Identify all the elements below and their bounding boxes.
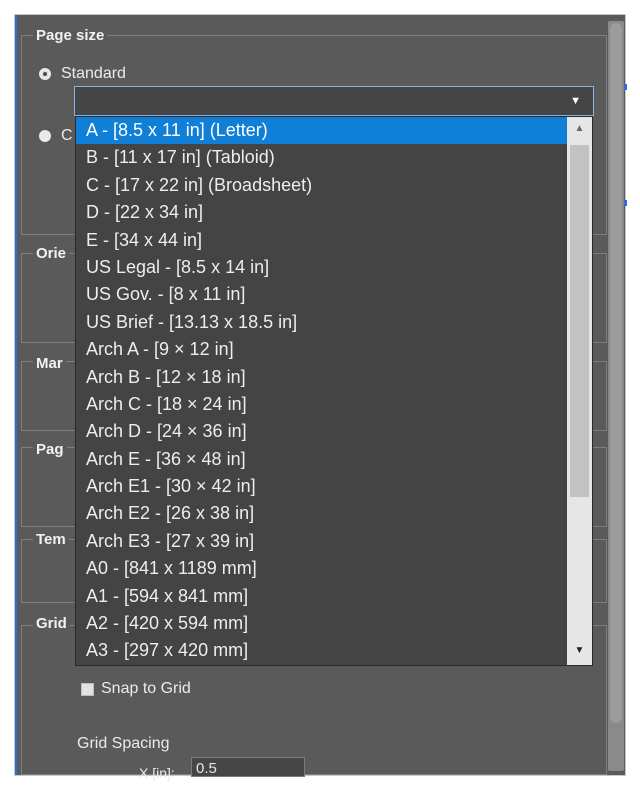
dropdown-option[interactable]: A0 - [841 x 1189 mm] [76, 555, 567, 582]
orientation-legend: Orie [33, 245, 70, 262]
dropdown-option[interactable]: Arch E1 - [30 × 42 in] [76, 473, 567, 500]
page-size-select[interactable]: ▼ [74, 86, 594, 116]
custom-radio[interactable] [39, 130, 51, 142]
page-size-dropdown[interactable]: A - [8.5 x 11 in] (Letter) B - [11 x 17 i… [75, 116, 593, 666]
margins-legend: Mar [33, 355, 66, 372]
dropdown-option[interactable]: A - [8.5 x 11 in] (Letter) [76, 117, 567, 145]
dropdown-option[interactable]: US Legal - [8.5 x 14 in] [76, 254, 567, 281]
dropdown-option[interactable]: A2 - [420 x 594 mm] [76, 610, 567, 637]
scroll-down-icon[interactable]: ▼ [567, 645, 592, 656]
dropdown-option[interactable]: C - [17 x 22 in] (Broadsheet) [76, 172, 567, 199]
dropdown-list: A - [8.5 x 11 in] (Letter) B - [11 x 17 i… [76, 117, 567, 665]
grid-x-value: 0.5 [196, 760, 217, 777]
scroll-up-icon[interactable]: ▲ [567, 123, 592, 134]
dropdown-option[interactable]: A3 - [297 x 420 mm] [76, 637, 567, 664]
dropdown-option[interactable]: US Gov. - [8 x 11 in] [76, 281, 567, 308]
edge-marker [624, 200, 627, 206]
dropdown-option[interactable]: A1 - [594 x 841 mm] [76, 583, 567, 610]
dropdown-option[interactable]: Arch D - [24 × 36 in] [76, 418, 567, 445]
dropdown-option[interactable]: Arch B - [12 × 18 in] [76, 364, 567, 391]
dropdown-option[interactable]: B - [11 x 17 in] (Tabloid) [76, 144, 567, 171]
dropdown-option[interactable]: Arch C - [18 × 24 in] [76, 391, 567, 418]
dropdown-option[interactable]: D - [22 x 34 in] [76, 199, 567, 226]
standard-label[interactable]: Standard [61, 65, 126, 83]
dropdown-option[interactable]: Arch E - [36 × 48 in] [76, 446, 567, 473]
snap-to-grid-checkbox[interactable] [81, 683, 94, 696]
template-legend: Tem [33, 531, 69, 548]
dropdown-scrollbar-thumb[interactable] [570, 145, 589, 497]
grid-x-label: X [in]: [139, 765, 175, 781]
grid-legend: Grid [33, 615, 70, 632]
edge-marker [624, 84, 627, 90]
select-arrow-icon[interactable]: ▼ [570, 95, 581, 107]
page-size-legend: Page size [33, 27, 108, 44]
panel-scrollbar[interactable] [608, 21, 624, 771]
dropdown-option[interactable]: Arch E2 - [26 x 38 in] [76, 500, 567, 527]
custom-label[interactable]: C [61, 127, 73, 145]
panel-accent-line [15, 15, 17, 775]
standard-radio[interactable] [39, 68, 51, 80]
snap-to-grid-label[interactable]: Snap to Grid [101, 680, 191, 698]
grid-x-input[interactable]: 0.5 [191, 757, 305, 777]
dropdown-option[interactable]: Arch E3 - [27 x 39 in] [76, 528, 567, 555]
page-legend: Pag [33, 441, 67, 458]
dropdown-option[interactable]: E - [34 x 44 in] [76, 227, 567, 254]
grid-spacing-label: Grid Spacing [77, 735, 170, 752]
dropdown-scrollbar[interactable]: ▲ ▼ [567, 117, 592, 665]
dropdown-option[interactable]: US Brief - [13.13 x 18.5 in] [76, 309, 567, 336]
panel-scrollbar-thumb[interactable] [610, 23, 622, 723]
dropdown-option[interactable]: Arch A - [9 × 12 in] [76, 336, 567, 363]
